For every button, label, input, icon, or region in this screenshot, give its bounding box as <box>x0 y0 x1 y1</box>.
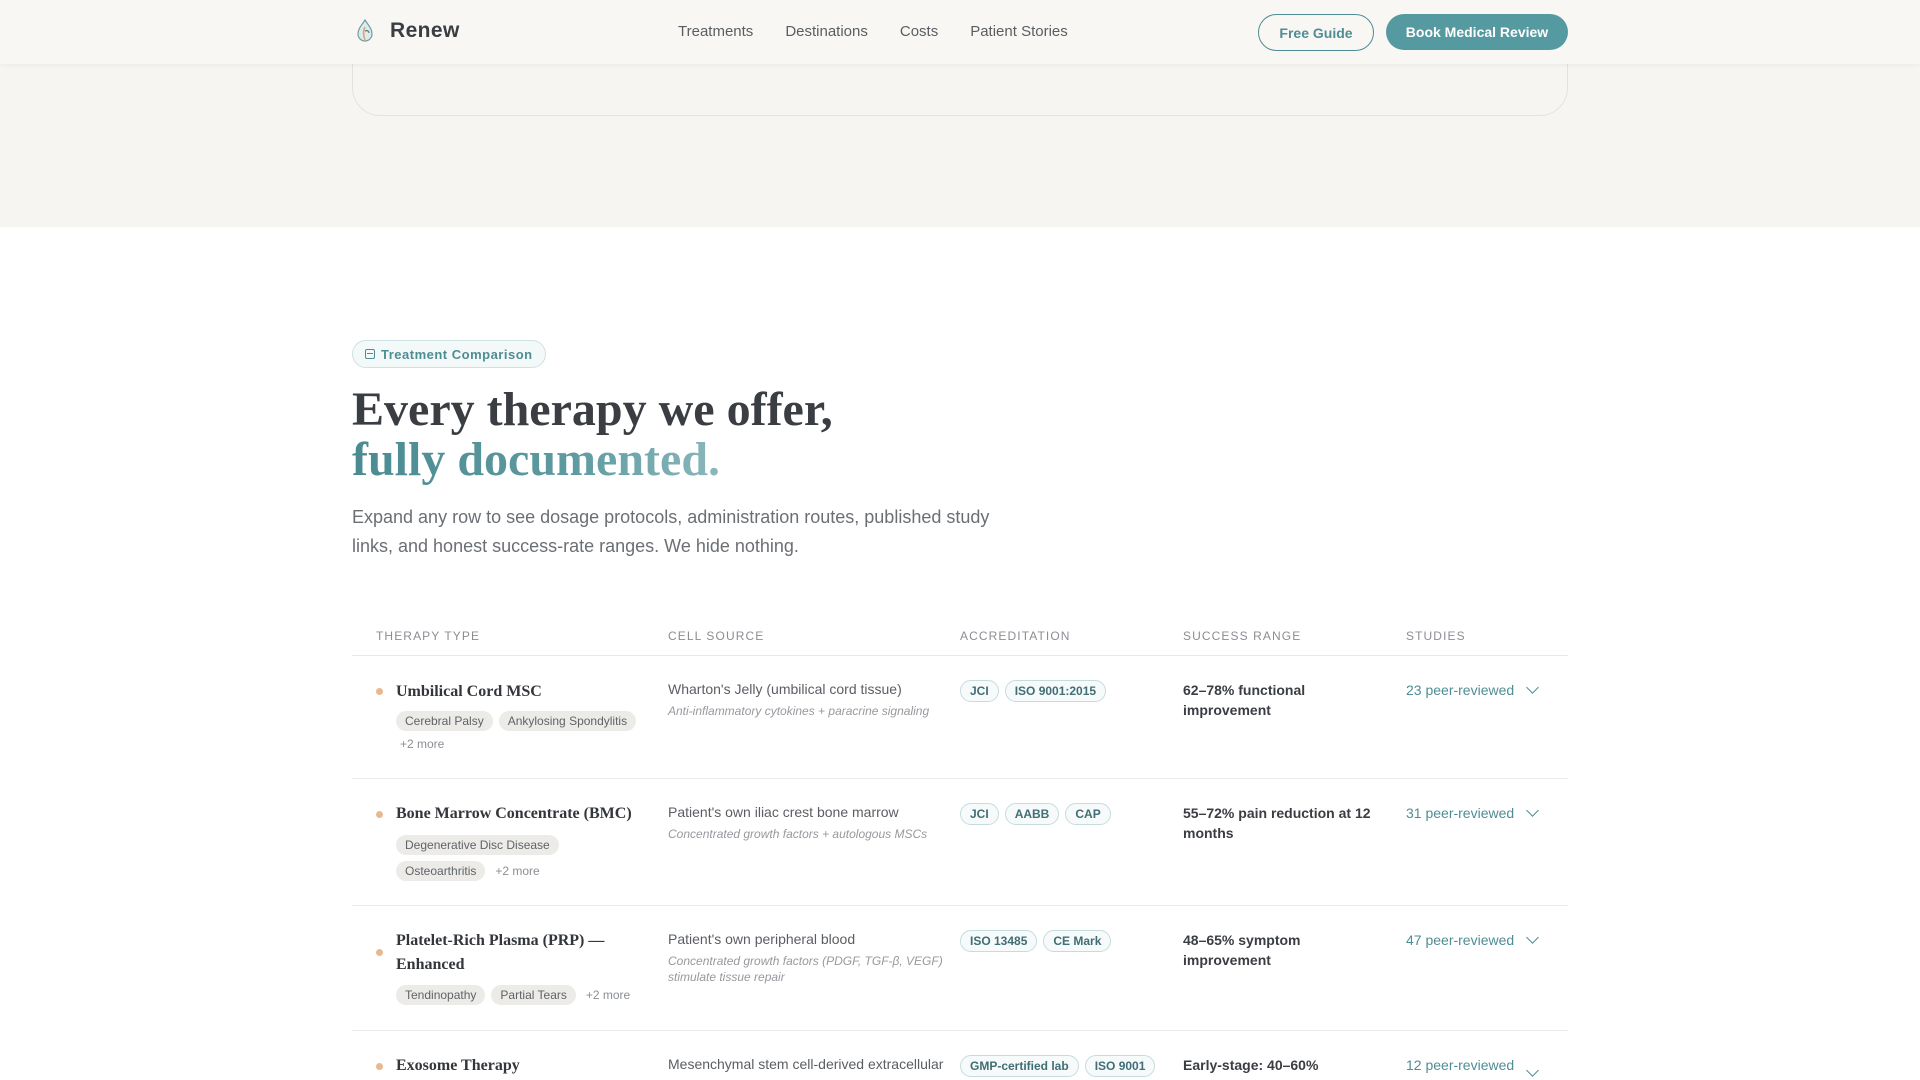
status-dot <box>376 811 383 818</box>
nav-costs[interactable]: Costs <box>900 23 938 40</box>
col-studies: STUDIES <box>1406 629 1466 643</box>
condition-tag: Osteoarthritis <box>396 861 486 881</box>
status-dot <box>376 949 383 956</box>
site-header: Renew Treatments Destinations Costs Pati… <box>0 0 1920 64</box>
studies-count[interactable]: 47 peer-reviewed <box>1406 932 1514 948</box>
table-row[interactable]: Bone Marrow Concentrate (BMC) Degenerati… <box>352 780 1568 906</box>
studies-count[interactable]: 12 peer-reviewed <box>1406 1057 1514 1073</box>
main-nav: Treatments Destinations Costs Patient St… <box>678 23 1068 40</box>
eyebrow-label: Treatment Comparison <box>381 346 533 362</box>
accreditation-badges: JCI AABB CAP <box>960 803 1111 825</box>
success-range: 55–72% pain reduction at 12 months <box>1183 805 1371 841</box>
more-tags-link[interactable]: +2 more <box>582 988 634 1002</box>
accreditation-badge: GMP-certified lab <box>960 1055 1079 1077</box>
mechanism-text: Concentrated growth factors (PDGF, TGF-β… <box>668 954 943 984</box>
accreditation-badge: ISO 9001:2015 <box>1004 680 1107 702</box>
mechanism-text: Concentrated growth factors + autologous… <box>668 827 928 841</box>
therapy-name: Exosome Therapy <box>396 1057 520 1074</box>
condition-tags: Degenerative Disc Disease Osteoarthritis… <box>396 835 646 881</box>
nav-destinations[interactable]: Destinations <box>785 23 868 40</box>
col-cell-source: CELL SOURCE <box>668 629 765 643</box>
therapy-name: Umbilical Cord MSC <box>396 683 542 700</box>
cell-source: Patient's own iliac crest bone marrow Co… <box>668 803 958 842</box>
chevron-down-icon[interactable] <box>1526 804 1539 817</box>
chevron-down-icon[interactable] <box>1526 931 1539 944</box>
table-header: THERAPY TYPE CELL SOURCE ACCREDITATION S… <box>352 618 1568 656</box>
source-text: Patient's own iliac crest bone marrow <box>668 804 899 820</box>
table-row[interactable]: Platelet-Rich Plasma (PRP) — Enhanced Te… <box>352 907 1568 1031</box>
nav-treatments[interactable]: Treatments <box>678 23 753 40</box>
brand-name: Renew <box>390 19 460 42</box>
table-row[interactable]: Exosome Therapy Mesenchymal stem cell-de… <box>352 1032 1568 1080</box>
section-title-accent: fully documented. <box>352 433 721 486</box>
accreditation-badge: JCI <box>960 680 999 702</box>
logo[interactable]: Renew <box>352 18 460 44</box>
section-title: Every therapy we offer, <box>352 383 833 436</box>
condition-tags: Tendinopathy Partial Tears +2 more <box>396 985 646 1005</box>
accreditation-badge: AABB <box>1004 803 1060 825</box>
chevron-down-icon[interactable] <box>1526 1064 1539 1077</box>
cell-source: Mesenchymal stem cell-derived extracellu… <box>668 1055 958 1074</box>
accreditation-badge: ISO 13485 <box>960 930 1038 952</box>
accreditation-badge: CE Mark <box>1043 930 1112 952</box>
col-therapy-type: THERAPY TYPE <box>376 629 481 643</box>
cell-source: Patient's own peripheral blood Concentra… <box>668 930 958 985</box>
accreditation-badges: GMP-certified lab ISO 9001 <box>960 1055 1156 1077</box>
source-text: Wharton's Jelly (umbilical cord tissue) <box>668 681 902 697</box>
accreditation-badge: CAP <box>1065 803 1111 825</box>
cell-source: Wharton's Jelly (umbilical cord tissue) … <box>668 680 958 719</box>
more-tags-link[interactable]: +2 more <box>491 864 543 878</box>
condition-tag: Ankylosing Spondylitis <box>498 711 637 731</box>
book-medical-review-button[interactable]: Book Medical Review <box>1386 14 1568 50</box>
condition-tag: Cerebral Palsy <box>396 711 493 731</box>
col-success-range: SUCCESS RANGE <box>1183 629 1302 643</box>
success-range: Early-stage: 40–60% <box>1183 1057 1319 1073</box>
accreditation-badge: JCI <box>960 803 999 825</box>
more-tags-link[interactable]: +2 more <box>396 737 448 751</box>
condition-tags: Cerebral Palsy Ankylosing Spondylitis +2… <box>396 711 646 751</box>
table-icon <box>365 349 375 359</box>
success-range: 62–78% functional improvement <box>1183 682 1306 718</box>
source-text: Patient's own peripheral blood <box>668 931 856 947</box>
studies-count[interactable]: 31 peer-reviewed <box>1406 805 1514 821</box>
table-row[interactable]: Umbilical Cord MSC Cerebral Palsy Ankylo… <box>352 657 1568 779</box>
success-range: 48–65% symptom improvement <box>1183 932 1301 968</box>
nav-patient-stories[interactable]: Patient Stories <box>970 23 1068 40</box>
mechanism-text: Anti-inflammatory cytokines + paracrine … <box>668 704 930 718</box>
accreditation-badges: JCI ISO 9001:2015 <box>960 680 1107 702</box>
therapy-name: Platelet-Rich Plasma (PRP) — Enhanced <box>396 932 605 973</box>
accreditation-badge: ISO 9001 <box>1084 1055 1156 1077</box>
free-guide-button[interactable]: Free Guide <box>1258 14 1374 51</box>
section-lead: Expand any row to see dosage protocols, … <box>352 507 990 556</box>
accreditation-badges: ISO 13485 CE Mark <box>960 930 1112 952</box>
droplet-leaf-icon <box>357 18 373 42</box>
therapy-name: Bone Marrow Concentrate (BMC) <box>396 805 632 822</box>
status-dot <box>376 1063 383 1070</box>
condition-tag: Tendinopathy <box>396 985 486 1005</box>
studies-count[interactable]: 23 peer-reviewed <box>1406 682 1514 698</box>
status-dot <box>376 688 383 695</box>
condition-tag: Degenerative Disc Disease <box>396 835 559 855</box>
condition-tag: Partial Tears <box>491 985 576 1005</box>
chevron-down-icon[interactable] <box>1526 681 1539 694</box>
source-text: Mesenchymal stem cell-derived extracellu… <box>668 1056 944 1072</box>
section-eyebrow: Treatment Comparison <box>352 340 546 368</box>
col-accreditation: ACCREDITATION <box>960 629 1071 643</box>
